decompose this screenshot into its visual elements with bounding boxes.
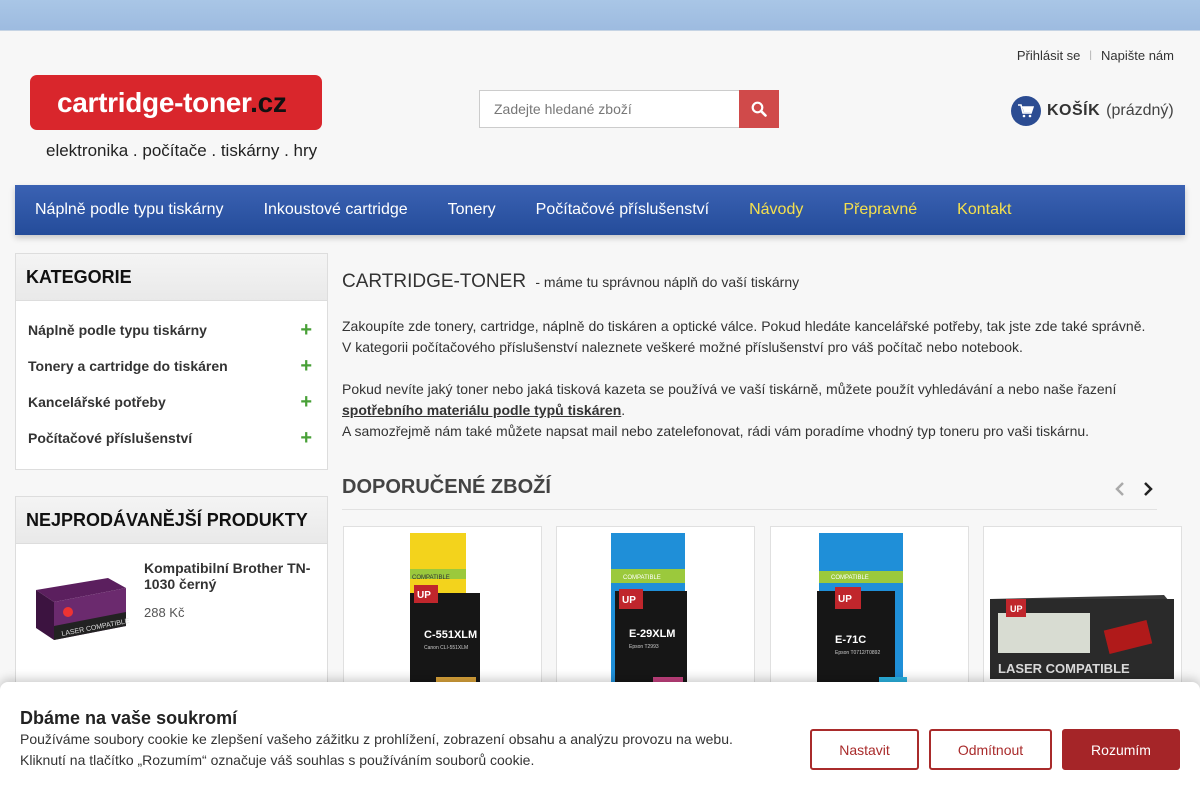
search-icon (751, 101, 767, 117)
category-label: Tonery a cartridge do tiskáren (28, 358, 228, 374)
bestseller-info: Kompatibilní Brother TN-1030 černý 288 K… (144, 560, 317, 650)
nav-item-kontakt[interactable]: Kontakt (957, 201, 1011, 219)
svg-text:UP: UP (622, 595, 636, 606)
product-code: E-29XLM (629, 628, 675, 640)
cart-label: KOŠÍK (1047, 102, 1101, 119)
main-nav: Náplně podle typu tiskárny Inkoustové ca… (15, 185, 1185, 235)
cart-state: (prázdný) (1106, 102, 1174, 119)
main-content: CARTRIDGE-TONER - máme tu správnou náplň… (342, 271, 1157, 442)
bestseller-item[interactable]: LASER COMPATIBLE Kompatibilní Brother TN… (16, 544, 327, 650)
stripe-text: COMPATIBLE (831, 575, 869, 581)
cookie-line-2: Kliknutí na tlačítko „Rozumím“ označuje … (20, 752, 535, 768)
nav-item-navody[interactable]: Návody (749, 201, 803, 219)
logo-tld: .cz (250, 86, 287, 118)
intro-line-1: Zakoupíte zde tonery, cartridge, náplně … (342, 318, 1146, 334)
logo-name: cartridge-toner (57, 86, 251, 118)
product-image[interactable]: LASER COMPATIBLE (28, 560, 134, 650)
page-title-text: CARTRIDGE-TONER (342, 271, 527, 292)
help-line-2-end: . (621, 402, 626, 418)
expand-plus-icon[interactable]: + (300, 428, 312, 448)
intro-line-2: V kategorii počítačového příslušenství n… (342, 339, 1023, 355)
product-code: C-551XLM (424, 629, 477, 641)
category-item[interactable]: Počítačové příslušenství + (16, 420, 327, 456)
category-list: Náplně podle typu tiskárny + Tonery a car… (16, 301, 327, 456)
help-line-1: Pokud nevíte jaký toner nebo jaká tiskov… (342, 381, 1117, 397)
product-compat: Epson T2993 (629, 644, 659, 650)
separator: | (1089, 50, 1093, 61)
logo-text: cartridge-toner.cz (57, 87, 287, 119)
categories-title: KATEGORIE (16, 254, 327, 301)
nav-item-tonery[interactable]: Tonery (448, 201, 496, 219)
category-label: Náplně podle typu tiskárny (28, 322, 207, 338)
cookie-reject-button[interactable]: Odmítnout (929, 729, 1052, 770)
help-paragraph: Pokud nevíte jaký toner nebo jaká tiskov… (342, 379, 1157, 442)
nav-item-inkoustove-cartridge[interactable]: Inkoustové cartridge (264, 201, 408, 219)
chevron-right-icon[interactable] (1143, 482, 1153, 496)
expand-plus-icon[interactable]: + (300, 392, 312, 412)
category-label: Kancelářské potřeby (28, 394, 166, 410)
product-code: E-71C (835, 634, 866, 646)
svg-text:UP: UP (838, 594, 852, 605)
help-line-3: A samozřejmě nám také můžete napsat mail… (342, 423, 1090, 439)
categories-box: KATEGORIE Náplně podle typu tiskárny + To… (15, 253, 328, 470)
login-link[interactable]: Přihlásit se (1017, 48, 1081, 63)
recommended-header: DOPORUČENÉ ZBOŽÍ (342, 476, 1157, 510)
product-code: LASER COMPATIBLE (998, 661, 1130, 676)
chevron-left-icon[interactable] (1115, 482, 1125, 496)
product-price: 288 Kč (144, 605, 185, 620)
contact-link[interactable]: Napište nám (1101, 48, 1174, 63)
bestsellers-title: NEJPRODÁVANĚJŠÍ PRODUKTY (16, 497, 327, 544)
tagline: elektronika . počítače . tiskárny . hry (46, 141, 318, 160)
top-links: Přihlásit se | Napište nám (1017, 48, 1174, 63)
nav-item-naplne[interactable]: Náplně podle typu tiskárny (35, 201, 224, 219)
nav-item-prepravne[interactable]: Přepravné (843, 201, 917, 219)
expand-plus-icon[interactable]: + (300, 320, 312, 340)
page-subtitle: - máme tu správnou náplň do vaší tiskárn… (535, 274, 800, 290)
cart[interactable]: KOŠÍK (prázdný) (1011, 96, 1174, 126)
page-title: CARTRIDGE-TONER - máme tu správnou náplň… (342, 271, 1157, 293)
product-compat: Canon CLI-551XLM (424, 645, 468, 651)
category-item[interactable]: Tonery a cartridge do tiskáren + (16, 348, 327, 384)
product-compat: Epson T0712/T0892 (835, 650, 880, 656)
category-label: Počítačové příslušenství (28, 430, 193, 446)
printer-types-link[interactable]: spotřebního materiálu podle typů tiskáre… (342, 402, 621, 418)
cookie-description: Používáme soubory cookie ke zlepšení vaš… (20, 729, 733, 771)
intro-paragraph: Zakoupíte zde tonery, cartridge, náplně … (342, 316, 1157, 358)
search-button[interactable] (739, 90, 779, 128)
nav-item-pocitacove-prislusenstvi[interactable]: Počítačové příslušenství (536, 201, 709, 219)
category-item[interactable]: Kancelářské potřeby + (16, 384, 327, 420)
carousel-arrows (1115, 482, 1153, 496)
stripe-text: COMPATIBLE (623, 575, 661, 581)
browser-top-band (0, 0, 1200, 30)
svg-text:UP: UP (1010, 604, 1023, 614)
site-logo[interactable]: cartridge-toner.cz (30, 75, 322, 130)
search-bar (479, 90, 779, 128)
search-input[interactable] (479, 90, 739, 128)
cookie-accept-button[interactable]: Rozumím (1062, 729, 1180, 770)
stripe-text: COMPATIBLE (412, 575, 450, 581)
product-name[interactable]: Kompatibilní Brother TN-1030 černý (144, 560, 317, 592)
cookie-settings-button[interactable]: Nastavit (810, 729, 919, 770)
cookie-banner: Dbáme na vaše soukromí Používáme soubory… (0, 682, 1200, 800)
category-item[interactable]: Náplně podle typu tiskárny + (16, 312, 327, 348)
cart-icon (1011, 96, 1041, 126)
expand-plus-icon[interactable]: + (300, 356, 312, 376)
svg-text:UP: UP (417, 590, 431, 601)
recommended-title: DOPORUČENÉ ZBOŽÍ (342, 476, 551, 498)
help-line-2: spotřebního materiálu podle typů tiskáre… (342, 400, 1157, 421)
cookie-title: Dbáme na vaše soukromí (20, 708, 238, 728)
cookie-line-1: Používáme soubory cookie ke zlepšení vaš… (20, 731, 733, 747)
